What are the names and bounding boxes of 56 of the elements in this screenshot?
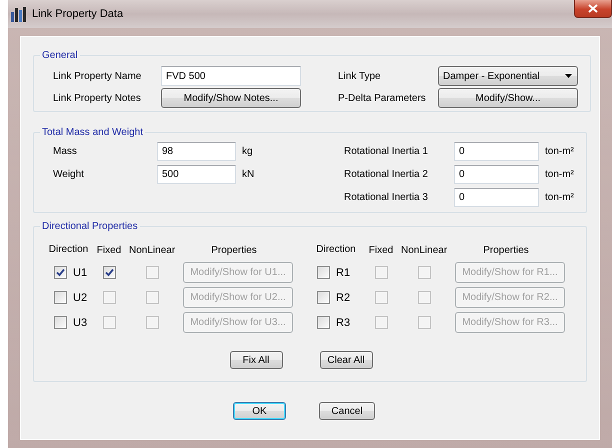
unit-label: ton-m² [544, 146, 574, 157]
field-label: Link Property Notes [53, 92, 142, 104]
group-title: Total Mass and Weight [41, 127, 144, 138]
direction-label: U1 [73, 266, 88, 278]
column-header: NonLinear [129, 244, 175, 258]
checkbox[interactable] [54, 291, 67, 304]
unit-label: kN [241, 169, 256, 180]
checkbox[interactable] [317, 316, 330, 329]
checkbox[interactable] [102, 266, 116, 279]
unit-label: ton-m² [544, 192, 574, 203]
column-header: NonLinear [401, 244, 447, 258]
checkbox[interactable] [317, 266, 330, 279]
field-label: Weight [53, 169, 85, 180]
checkbox[interactable] [54, 266, 67, 279]
dropdown[interactable]: Damper - Exponential [438, 66, 578, 86]
window-title: Link Property Data [32, 8, 124, 20]
field-label: Rotational Inertia 3 [344, 192, 429, 203]
notes-button[interactable]: Modify/Show Notes... [161, 88, 301, 108]
group-title: Directional Properties [41, 221, 139, 232]
text-field[interactable]: 0 [454, 165, 539, 184]
field-label: Mass [53, 146, 78, 157]
direction-label: R3 [336, 316, 350, 328]
direction-label: U3 [73, 316, 88, 328]
column-header: Direction [48, 243, 89, 257]
field-label: P-Delta Parameters [338, 92, 427, 104]
unit-label: ton-m² [544, 169, 574, 180]
column-header: Direction [315, 243, 357, 257]
field-label: Rotational Inertia 2 [344, 169, 429, 180]
checkbox[interactable] [317, 291, 330, 304]
text-field[interactable]: 0 [454, 188, 539, 207]
direction-label: U2 [73, 292, 88, 304]
close-icon [588, 4, 598, 13]
text-field[interactable]: 98 [157, 142, 236, 161]
modify-button[interactable]: Modify/Show... [438, 88, 578, 108]
field-label: Link Property Name [53, 70, 142, 82]
text-field[interactable]: 500 [157, 165, 236, 184]
direction-label: R1 [336, 266, 350, 278]
column-header: Fixed [96, 244, 122, 258]
action-button[interactable]: Clear All [320, 351, 372, 369]
column-header: Properties [482, 244, 530, 258]
column-header: Properties [210, 244, 258, 258]
field-label: Link Type [338, 70, 382, 82]
action-button[interactable]: Fix All [230, 351, 282, 369]
dialog-button[interactable]: OK [233, 402, 286, 420]
close-button[interactable] [574, 0, 612, 18]
app-icon [10, 6, 28, 22]
text-field[interactable]: FVD 500 [161, 66, 301, 86]
dialog-button[interactable]: Cancel [319, 402, 375, 420]
text-field[interactable]: 0 [454, 142, 539, 161]
column-header: Fixed [368, 244, 394, 258]
dropdown-arrow-icon [565, 74, 572, 78]
checkbox[interactable] [54, 316, 67, 329]
field-label: Rotational Inertia 1 [344, 146, 429, 157]
group-title: General [41, 50, 79, 61]
direction-label: R2 [336, 292, 350, 304]
unit-label: kg [241, 146, 254, 157]
